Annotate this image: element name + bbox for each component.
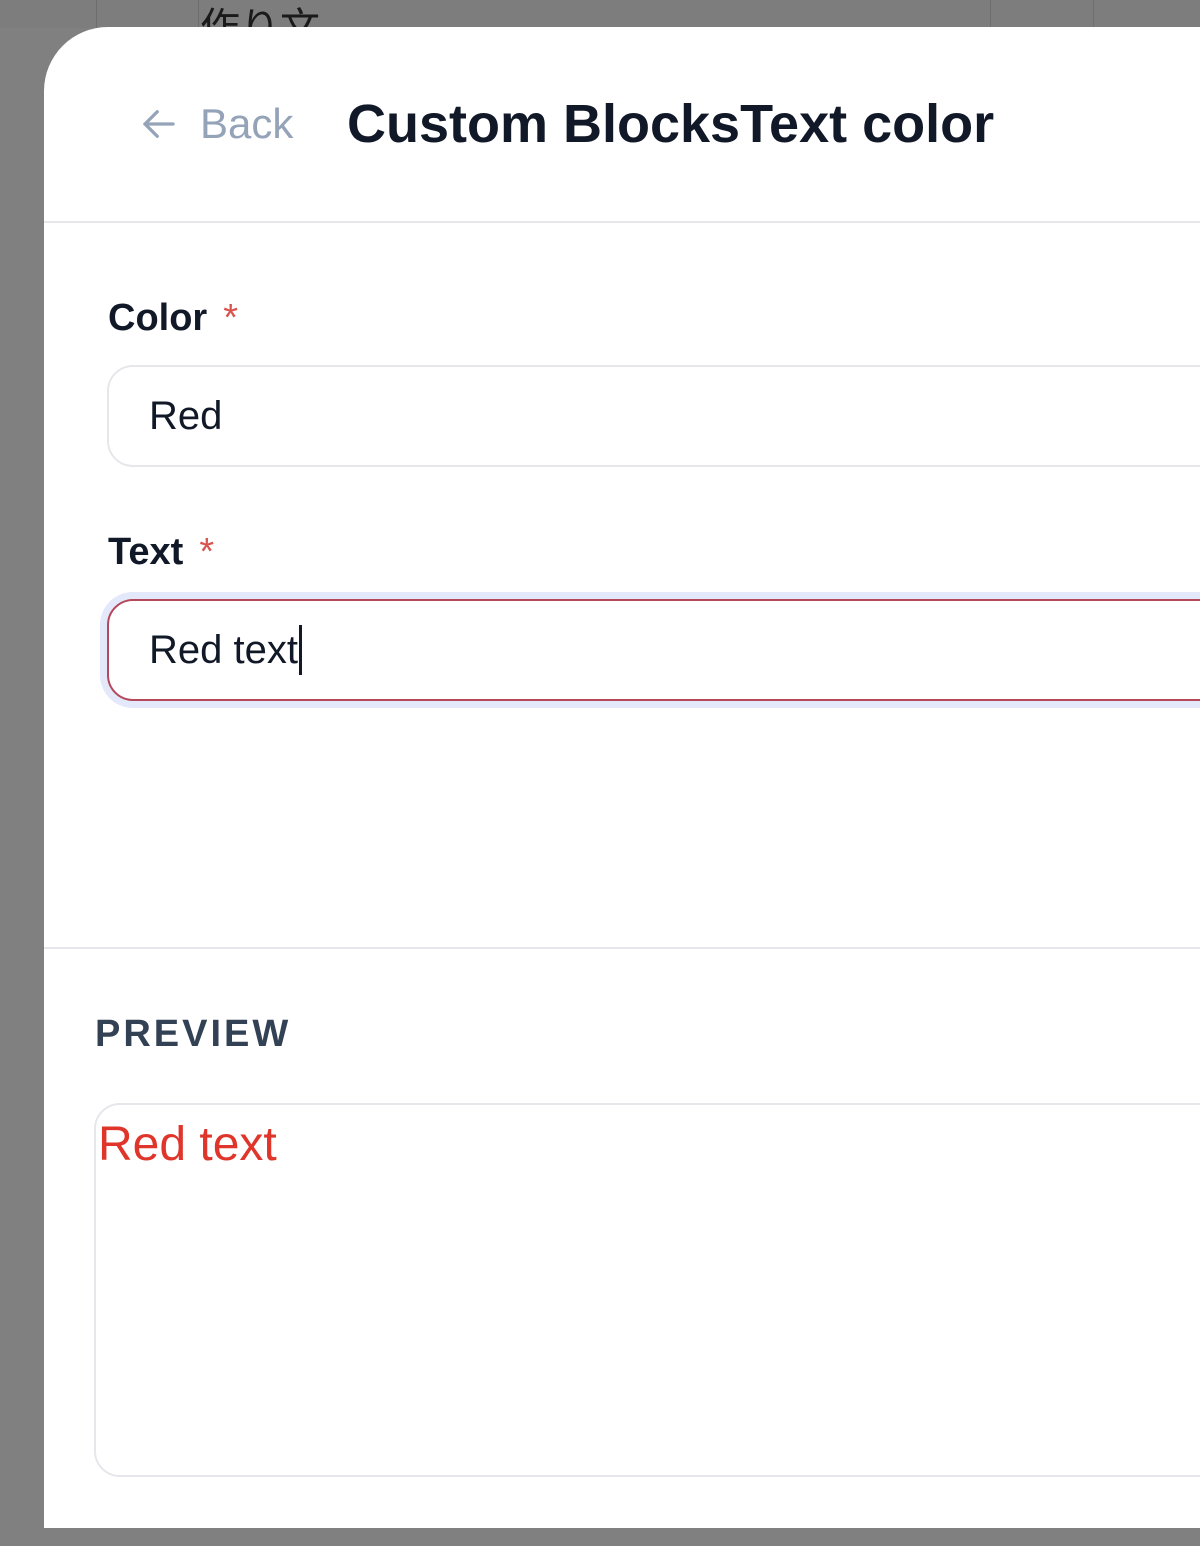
color-field-label: Color *: [108, 295, 238, 341]
section-divider: [44, 947, 1200, 949]
background-column-divider: [96, 0, 97, 28]
preview-panel: Red text: [94, 1103, 1200, 1477]
preview-text: Red text: [98, 1118, 277, 1171]
text-input[interactable]: Red text: [107, 599, 1200, 701]
color-label-text: Color: [108, 297, 208, 339]
color-input-value: Red: [149, 393, 223, 438]
custom-block-modal: Back Custom BlocksText color Color * Red…: [44, 27, 1200, 1528]
preview-section-title: PREVIEW: [95, 1013, 292, 1055]
background-page-text: 作り文: [200, 5, 320, 28]
text-input-value: Red text: [149, 627, 298, 672]
background-column-divider: [990, 0, 991, 28]
required-marker: *: [223, 297, 239, 339]
color-input[interactable]: Red: [107, 365, 1200, 467]
background-column-divider: [1093, 0, 1094, 28]
background-page: 作り文: [0, 0, 1200, 28]
modal-header: Back Custom BlocksText color: [44, 27, 1200, 223]
back-button[interactable]: Back: [138, 97, 293, 151]
text-cursor: [298, 625, 302, 675]
arrow-left-icon: [143, 110, 175, 138]
text-field-label: Text *: [108, 529, 214, 575]
required-marker: *: [199, 531, 215, 573]
back-label: Back: [200, 100, 294, 147]
background-column-divider: [198, 0, 199, 28]
page-title: Custom BlocksText color: [347, 94, 995, 154]
text-label-text: Text: [108, 531, 184, 573]
